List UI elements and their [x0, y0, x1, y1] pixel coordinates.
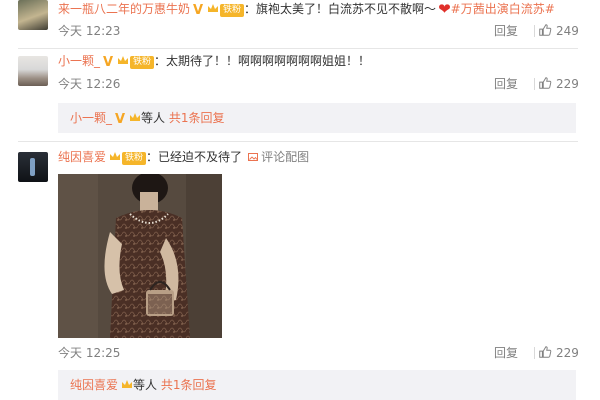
- avatar[interactable]: [18, 152, 48, 182]
- more-replies-link[interactable]: 共1条回复: [161, 378, 217, 392]
- comment-text: 已经迫不及待了: [158, 150, 243, 164]
- comment-text: 太期待了！！啊啊啊啊啊啊啊姐姐！！: [166, 54, 371, 68]
- comment-username[interactable]: 纯因喜爱: [58, 150, 106, 164]
- comment-time: 今天 12:23: [58, 24, 121, 38]
- comment-picture-label: 评论配图: [261, 150, 310, 164]
- picture-icon: [248, 153, 259, 161]
- verified-v-icon: V: [115, 112, 126, 127]
- heart-icon: ❤: [438, 0, 451, 18]
- thumbs-up-icon: [539, 24, 552, 36]
- comment-line: 来一瓶八二年的万惠牛奶 V 铁粉 ：旗袍太美了！白流苏不见不散啊～ ❤#万茜出演白流苏#: [58, 0, 555, 18]
- like-button[interactable]: 229: [538, 75, 579, 93]
- comment-meta: 今天 12:25 回复 229: [58, 344, 580, 362]
- sub-reply-username[interactable]: 纯因喜爱: [70, 378, 118, 392]
- like-count: 229: [556, 77, 579, 91]
- divider: [534, 78, 535, 90]
- divider: [18, 141, 578, 142]
- photo-image: [58, 174, 222, 338]
- verified-v-icon: V: [103, 55, 114, 70]
- thumbs-up-icon: [539, 77, 552, 89]
- crown-icon: [118, 56, 129, 64]
- reply-button[interactable]: 回复: [494, 75, 518, 93]
- comment-list: 来一瓶八二年的万惠牛奶 V 铁粉 ：旗袍太美了！白流苏不见不散啊～ ❤#万茜出演白流苏#…: [0, 0, 600, 400]
- comment-line: 小一颗_ V 铁粉 ：太期待了！！啊啊啊啊啊啊啊姐姐！！: [58, 54, 371, 70]
- verified-v-icon: V: [193, 3, 204, 18]
- like-button[interactable]: 249: [538, 22, 579, 40]
- comment-time: 今天 12:25: [58, 346, 121, 360]
- divider: [534, 347, 535, 359]
- comment-line: 纯因喜爱 铁粉 ：已经迫不及待了 评论配图: [58, 150, 310, 165]
- reply-button[interactable]: 回复: [494, 22, 518, 40]
- reply-button[interactable]: 回复: [494, 344, 518, 362]
- comment-picture-link[interactable]: 评论配图: [248, 150, 309, 164]
- more-replies-link[interactable]: 共1条回复: [169, 111, 225, 125]
- crown-icon: [110, 152, 121, 160]
- like-count: 229: [556, 346, 579, 360]
- fan-badge: 铁粉: [122, 152, 147, 165]
- like-count: 249: [556, 24, 579, 38]
- sub-reply-text: 等人: [133, 378, 158, 392]
- comment-username[interactable]: 来一瓶八二年的万惠牛奶: [58, 2, 190, 16]
- like-button[interactable]: 229: [538, 344, 579, 362]
- thumbs-up-icon: [539, 346, 552, 358]
- divider: [534, 25, 535, 37]
- comment-meta: 今天 12:23 回复 249: [58, 22, 580, 40]
- sub-reply-box: 纯因喜爱 等人 共1条回复: [58, 370, 576, 400]
- crown-icon: [122, 380, 133, 388]
- comment-username[interactable]: 小一颗_: [58, 54, 100, 68]
- topic-link[interactable]: #万茜出演白流苏#: [451, 2, 555, 16]
- comment-meta: 今天 12:26 回复 229: [58, 75, 580, 93]
- sub-reply-username[interactable]: 小一颗_: [70, 111, 112, 125]
- avatar[interactable]: [18, 0, 48, 30]
- fan-badge: 铁粉: [220, 4, 245, 17]
- comment-photo[interactable]: [58, 174, 222, 338]
- crown-icon: [208, 4, 219, 12]
- comment-text: 旗袍太美了！白流苏不见不散啊～: [256, 2, 437, 16]
- comment-time: 今天 12:26: [58, 77, 121, 91]
- fan-badge: 铁粉: [130, 56, 155, 69]
- crown-icon: [130, 113, 141, 121]
- sub-reply-box: 小一颗_ V 等人 共1条回复: [58, 103, 576, 133]
- divider: [18, 48, 578, 49]
- avatar[interactable]: [18, 56, 48, 86]
- sub-reply-text: 等人: [141, 111, 166, 125]
